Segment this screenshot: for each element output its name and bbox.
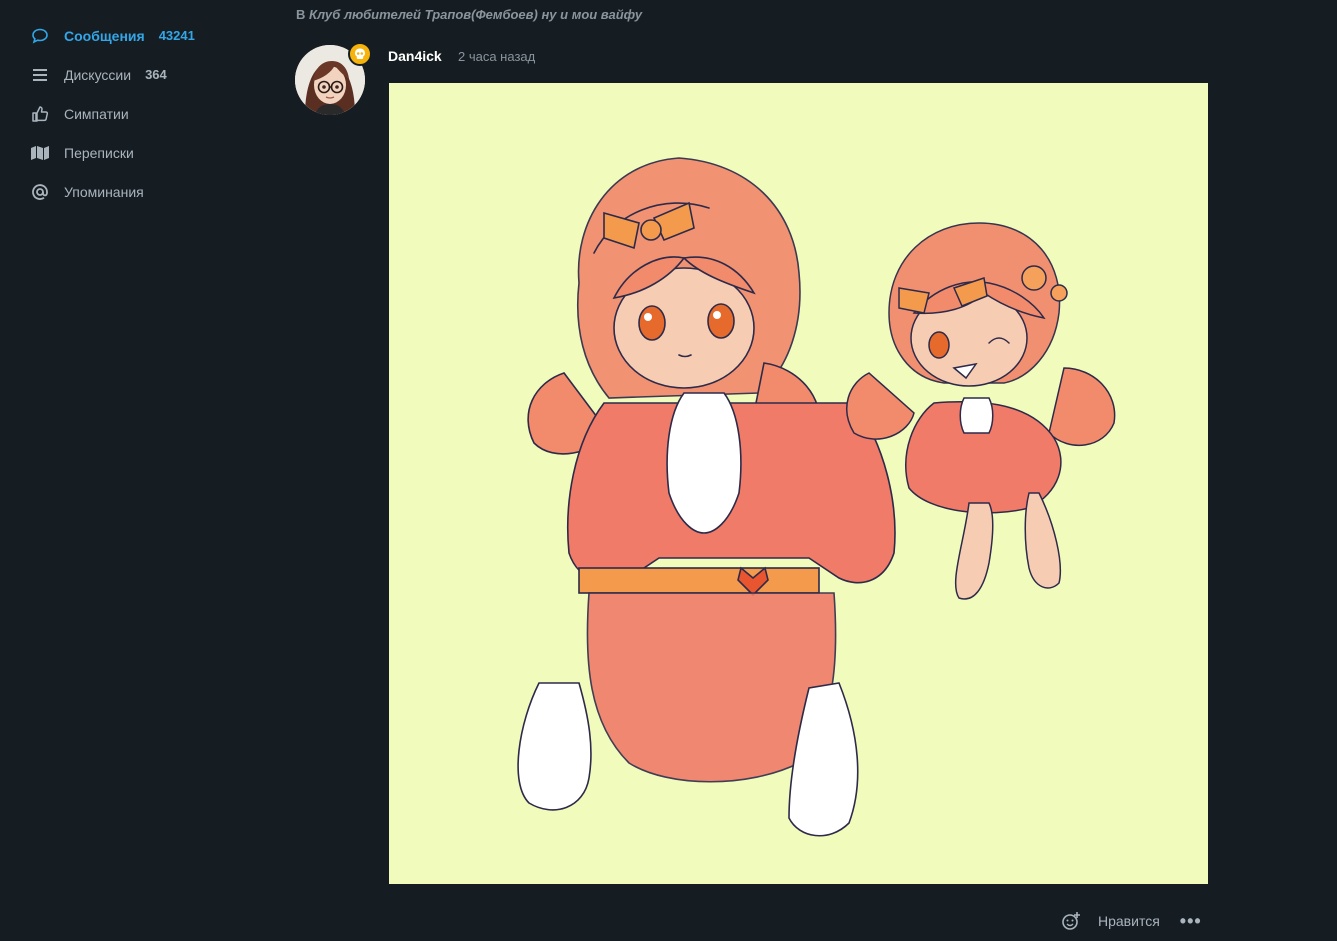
add-reaction-icon[interactable] <box>1060 910 1082 932</box>
main-feed: В Клуб любителей Трапов(Фембоев) ну и мо… <box>270 0 1337 941</box>
sidebar-item-label: Упоминания <box>64 183 144 200</box>
map-icon <box>30 143 50 163</box>
post-source: В Клуб любителей Трапов(Фембоев) ну и мо… <box>296 7 642 22</box>
skull-icon <box>348 42 372 66</box>
post-image[interactable] <box>389 83 1208 884</box>
source-prefix: В <box>296 7 306 22</box>
group-link[interactable]: Клуб любителей Трапов(Фембоев) ну и мои … <box>309 7 642 22</box>
sidebar-item-label: Дискуссии <box>64 66 132 83</box>
like-button[interactable]: Нравится <box>1098 913 1160 929</box>
post-timestamp[interactable]: 2 часа назад <box>458 49 535 64</box>
sidebar-item-discussions[interactable]: Дискуссии 364 <box>0 55 270 94</box>
sidebar-item-messages[interactable]: Сообщения 43241 <box>0 16 270 55</box>
sidebar-item-conversations[interactable]: Переписки <box>0 133 270 172</box>
sidebar: Сообщения 43241 Дискуссии 364 Симпатии П… <box>0 0 270 941</box>
post-actions: Нравится ••• <box>1060 906 1202 936</box>
chat-bubble-icon <box>30 26 50 46</box>
at-icon <box>30 182 50 202</box>
sidebar-item-likes[interactable]: Симпатии <box>0 94 270 133</box>
sidebar-item-label: Переписки <box>64 144 134 161</box>
sidebar-item-mentions[interactable]: Упоминания <box>0 172 270 211</box>
thumbs-up-icon <box>30 104 50 124</box>
author-name[interactable]: Dan4ick <box>388 48 442 64</box>
sidebar-item-label: Симпатии <box>64 105 129 122</box>
more-icon[interactable]: ••• <box>1180 912 1202 930</box>
sidebar-item-count: 364 <box>145 67 167 82</box>
sidebar-item-count: 43241 <box>158 28 195 43</box>
sidebar-item-label: Сообщения <box>64 27 145 44</box>
list-icon <box>30 65 50 85</box>
